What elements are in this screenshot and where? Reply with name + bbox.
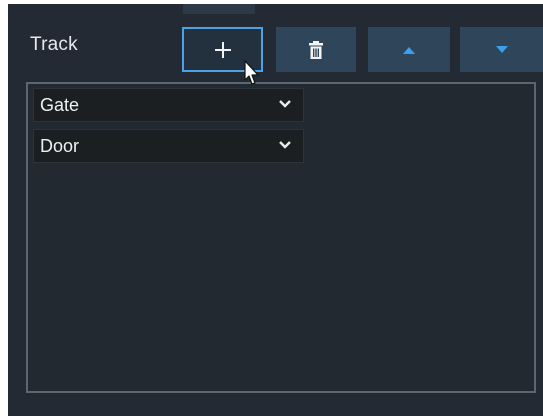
track-item-value: Gate	[40, 94, 80, 115]
chevron-down-icon	[279, 141, 291, 149]
track-item-value: Door	[40, 135, 80, 156]
delete-track-button[interactable]	[276, 27, 356, 72]
move-up-button[interactable]	[368, 27, 450, 72]
plus-icon	[214, 41, 231, 58]
track-item-dropdown-door[interactable]: Door	[33, 129, 304, 163]
mouse-pointer-icon	[244, 60, 259, 85]
arrow-down-icon	[495, 45, 508, 53]
track-item-dropdown-gate[interactable]: Gate	[33, 88, 304, 122]
trash-icon	[309, 40, 323, 59]
track-label: Track	[30, 34, 78, 55]
chevron-down-icon	[279, 100, 291, 108]
arrow-up-icon	[403, 46, 415, 54]
previous-control-edge[interactable]	[183, 4, 255, 14]
move-down-button[interactable]	[460, 27, 543, 72]
